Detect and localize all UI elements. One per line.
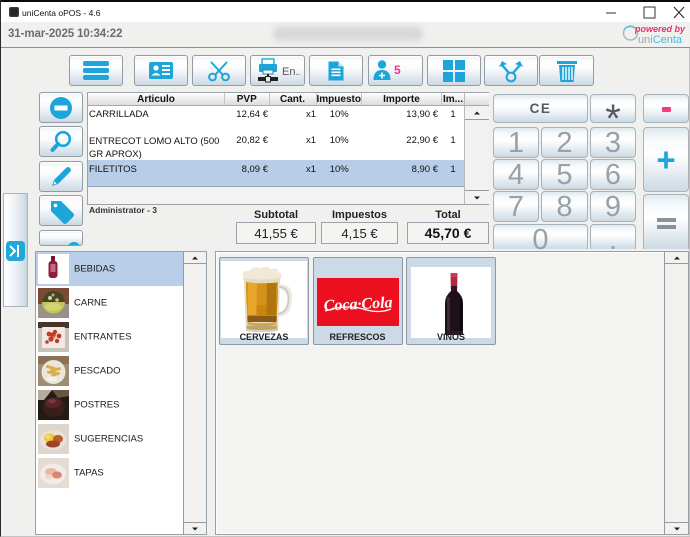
svg-text:En...: En... (282, 66, 300, 78)
svg-text:5: 5 (394, 63, 401, 77)
svg-text:powered by: powered by (634, 24, 686, 34)
svg-text:uniCenta: uniCenta (638, 34, 683, 46)
